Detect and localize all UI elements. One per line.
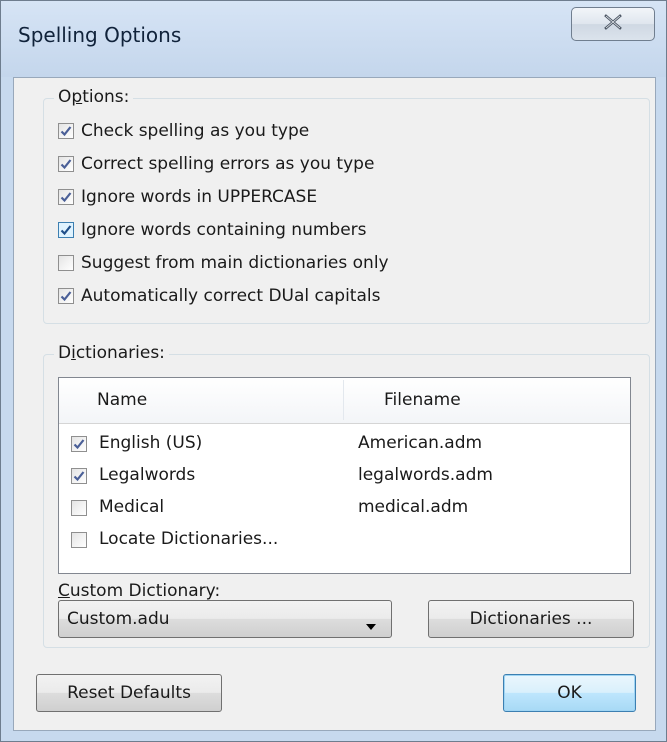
- option-label: Check spelling as you type: [81, 121, 310, 141]
- reset-defaults-button[interactable]: Reset Defaults: [36, 674, 222, 712]
- dictionaries-legend: Dictionaries:: [54, 343, 169, 363]
- option-label: Ignore words in UPPERCASE: [81, 187, 318, 207]
- dictionary-checkbox[interactable]: [71, 532, 87, 548]
- close-button[interactable]: [571, 7, 655, 41]
- option-suggest-main[interactable]: Suggest from main dictionaries only: [58, 250, 389, 276]
- dialog-client-area: Options: Check spelling as you type Corr…: [13, 77, 656, 731]
- custom-dictionary-label: Custom Dictionary:: [58, 581, 221, 601]
- option-correct-spelling[interactable]: Correct spelling errors as you type: [58, 151, 374, 177]
- option-ignore-numbers[interactable]: Ignore words containing numbers: [58, 217, 367, 243]
- dictionary-name: Medical: [99, 497, 165, 517]
- dictionary-filename: legalwords.adm: [358, 465, 493, 485]
- custom-dictionary-select[interactable]: Custom.adu: [58, 600, 392, 638]
- list-item[interactable]: Locate Dictionaries...: [59, 525, 630, 555]
- dual-capitals-checkbox[interactable]: [58, 288, 74, 304]
- option-correct-dual-capitals[interactable]: Automatically correct DUal capitals: [58, 283, 380, 309]
- custom-dictionary-value: Custom.adu: [67, 609, 170, 629]
- option-ignore-uppercase[interactable]: Ignore words in UPPERCASE: [58, 184, 317, 210]
- list-header: Name Filename: [59, 378, 630, 424]
- option-label: Correct spelling errors as you type: [81, 154, 375, 174]
- correct-spelling-checkbox[interactable]: [58, 156, 74, 172]
- dictionaries-list[interactable]: Name Filename English (US) American.adm: [58, 377, 631, 574]
- ok-button[interactable]: OK: [503, 674, 636, 712]
- ignore-numbers-checkbox[interactable]: [58, 222, 74, 238]
- list-item[interactable]: Medical medical.adm: [59, 493, 630, 523]
- option-label: Ignore words containing numbers: [81, 220, 367, 240]
- dialog-window: Spelling Options Options: Check spelling…: [0, 0, 667, 742]
- ignore-uppercase-checkbox[interactable]: [58, 189, 74, 205]
- suggest-main-checkbox[interactable]: [58, 255, 74, 271]
- column-header-filename[interactable]: Filename: [344, 378, 630, 422]
- dialog-title: Spelling Options: [18, 23, 182, 47]
- list-item[interactable]: Legalwords legalwords.adm: [59, 461, 630, 491]
- chevron-down-icon[interactable]: [365, 616, 377, 636]
- option-label: Automatically correct DUal capitals: [81, 286, 381, 306]
- dictionary-checkbox[interactable]: [71, 468, 87, 484]
- column-header-name[interactable]: Name: [59, 378, 343, 422]
- option-label: Suggest from main dictionaries only: [81, 253, 389, 273]
- dictionary-name: Locate Dictionaries...: [99, 529, 279, 549]
- dictionary-checkbox[interactable]: [71, 500, 87, 516]
- dictionary-name: Legalwords: [99, 465, 196, 485]
- dictionaries-button[interactable]: Dictionaries ...: [428, 600, 634, 638]
- options-legend: Options:: [54, 87, 134, 107]
- close-icon: [602, 13, 624, 35]
- dictionary-name: English (US): [99, 433, 203, 453]
- title-bar: Spelling Options: [1, 1, 666, 77]
- dictionary-filename: medical.adm: [358, 497, 469, 517]
- check-spelling-checkbox[interactable]: [58, 123, 74, 139]
- dictionary-checkbox[interactable]: [71, 436, 87, 452]
- dictionary-filename: American.adm: [358, 433, 483, 453]
- list-item[interactable]: English (US) American.adm: [59, 429, 630, 459]
- option-check-spelling[interactable]: Check spelling as you type: [58, 118, 309, 144]
- options-group: Options: Check spelling as you type Corr…: [43, 87, 650, 324]
